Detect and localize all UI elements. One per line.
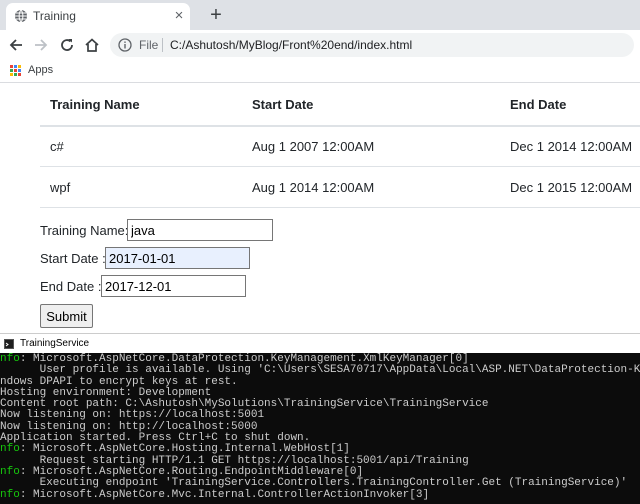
start-date-input[interactable]: [105, 247, 250, 269]
console-log-level: nfo: [0, 353, 20, 365]
cell-training-name: c#: [50, 139, 64, 154]
header-end-date: End Date: [510, 97, 567, 112]
training-name-label: Training Name:: [40, 223, 129, 238]
browser-toolbar: File C:/Ashutosh/MyBlog/Front%20end/inde…: [0, 30, 640, 60]
console-lines: nfo: Microsoft.AspNetCore.DataProtection…: [0, 353, 640, 501]
info-icon[interactable]: [118, 38, 132, 52]
console-output[interactable]: nfo: Microsoft.AspNetCore.DataProtection…: [0, 353, 640, 504]
console-line-text: Request starting HTTP/1.1 GET https://lo…: [0, 454, 469, 467]
new-tab-button[interactable]: +: [206, 5, 226, 25]
console-log-level: nfo: [0, 488, 20, 501]
console-line-text: : Microsoft.AspNetCore.Hosting.Internal.…: [19, 443, 350, 456]
console-line-text: ndows DPAPI to encrypt keys at rest.: [0, 375, 238, 388]
close-tab-icon[interactable]: ×: [171, 8, 187, 24]
console-line-text: : Microsoft.AspNetCore.DataProtection.Ke…: [19, 353, 469, 365]
cell-start-date: Aug 1 2007 12:00AM: [252, 139, 375, 154]
home-button[interactable]: [84, 37, 100, 53]
browser-tab[interactable]: Training ×: [6, 3, 190, 30]
apps-grid-icon[interactable]: [10, 65, 21, 76]
console-line-text: Now listening on: https://localhost:5001: [0, 409, 265, 422]
address-scheme: File: [139, 38, 159, 52]
page-content: Training Name Start Date End Date c# Aug…: [0, 83, 640, 333]
console-line-text: : Microsoft.AspNetCore.Mvc.Internal.Cont…: [19, 488, 430, 501]
browser-tabstrip: Training × +: [0, 0, 640, 30]
address-url[interactable]: C:/Ashutosh/MyBlog/Front%20end/index.htm…: [170, 38, 412, 52]
tab-title: Training: [33, 9, 76, 23]
cell-end-date: Dec 1 2015 12:00AM: [510, 180, 633, 195]
cell-start-date: Aug 1 2014 12:00AM: [252, 180, 375, 195]
console-line-text: Hosting environment: Development: [0, 386, 212, 399]
training-name-input[interactable]: [127, 219, 273, 241]
reload-button[interactable]: [59, 37, 75, 53]
address-separator: [162, 38, 163, 52]
console-line-text: : Microsoft.AspNetCore.Routing.EndpointM…: [19, 465, 364, 478]
end-date-input[interactable]: [101, 275, 246, 297]
cell-training-name: wpf: [50, 180, 71, 195]
cell-end-date: Dec 1 2014 12:00AM: [510, 139, 633, 154]
back-button[interactable]: [8, 37, 24, 53]
console-title: TrainingService: [20, 338, 90, 349]
console-line-text: Now listening on: http://localhost:5000: [0, 420, 258, 433]
console-line-text: Content root path: C:\Ashutosh\MySolutio…: [0, 398, 489, 411]
submit-button[interactable]: Submit: [40, 304, 93, 328]
table-row: wpf Aug 1 2014 12:00AM Dec 1 2015 12:00A…: [40, 167, 640, 208]
header-training-name: Training Name: [50, 97, 140, 112]
forward-button[interactable]: [33, 37, 49, 53]
console-log-level: nfo: [0, 465, 20, 478]
globe-icon: [15, 9, 27, 23]
end-date-label: End Date :: [40, 279, 102, 294]
console-line-text: User profile is available. Using 'C:\Use…: [0, 364, 640, 377]
console-titlebar[interactable]: TrainingService: [0, 333, 640, 354]
console-line: nfo: Microsoft.AspNetCore.Mvc.Internal.C…: [0, 488, 640, 501]
apps-bookmark[interactable]: Apps: [28, 64, 53, 76]
address-bar[interactable]: File C:/Ashutosh/MyBlog/Front%20end/inde…: [110, 33, 634, 57]
console-line-text: Application started. Press Ctrl+C to shu…: [0, 432, 311, 445]
header-start-date: Start Date: [252, 97, 314, 112]
table-header: Training Name Start Date End Date: [40, 83, 640, 127]
console-log-level: nfo: [0, 443, 20, 456]
console-line-text: Executing endpoint 'TrainingService.Cont…: [0, 477, 628, 490]
console-window-icon: [4, 339, 14, 349]
table-row: c# Aug 1 2007 12:00AM Dec 1 2014 12:00AM: [40, 126, 640, 167]
bookmarks-bar: Apps: [0, 60, 640, 83]
start-date-label: Start Date :: [40, 251, 106, 266]
